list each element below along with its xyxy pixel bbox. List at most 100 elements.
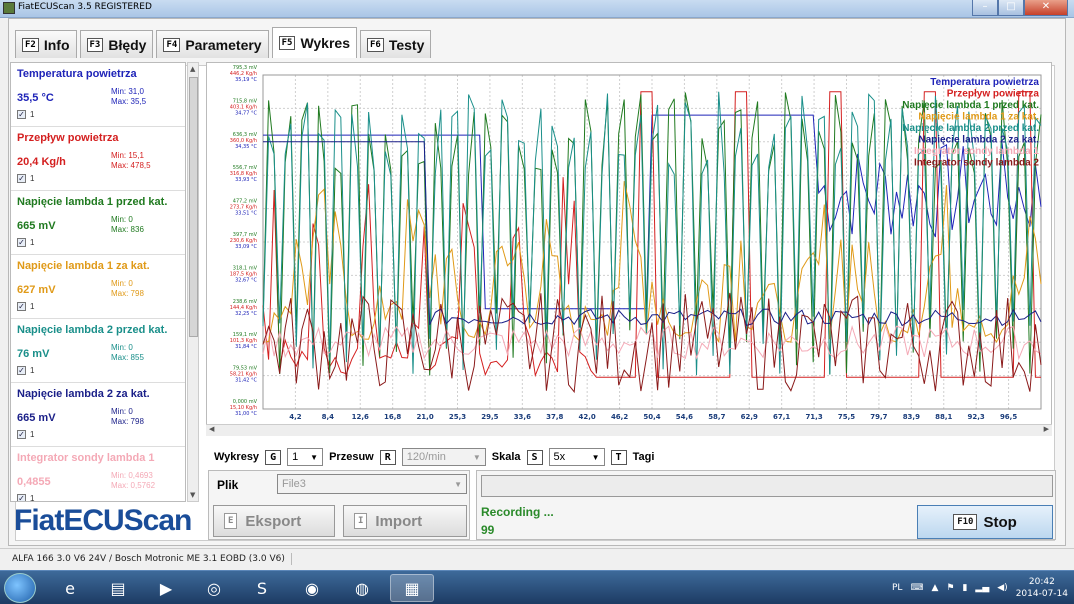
flag-icon[interactable]: ⚑ [946, 583, 954, 593]
tab-parametery[interactable]: F4 Parametery [156, 30, 269, 58]
app-icon [3, 2, 15, 14]
sensor-item[interactable]: Napięcie lambda 1 za kat. 627 mV Min: 0 Max… [11, 255, 185, 319]
x-tick-label: 83,9 [903, 413, 920, 421]
sensor-checkbox[interactable]: ✓ [17, 110, 26, 119]
tab-wykres[interactable]: F5 Wykres [271, 27, 357, 58]
legend-entry: Napięcie lambda 2 przed kat. [902, 123, 1039, 134]
title-bar: FiatECUScan 3.5 REGISTERED – □ ✕ [0, 0, 1074, 18]
wykresy-label: Wykresy [214, 451, 260, 463]
y-tick-label: 31,00 °C [235, 411, 257, 417]
media-player-icon[interactable]: ▶ [144, 574, 188, 602]
import-button[interactable]: I Import [343, 505, 467, 537]
file-select[interactable]: File3 ▼ [277, 474, 467, 494]
file-panel: Plik File3 ▼ E Eksport I Import [208, 470, 470, 540]
legend-entry: Temperatura powietrza [930, 77, 1039, 88]
firefox-icon[interactable]: ◉ [290, 574, 334, 602]
sensor-list-scrollbar[interactable]: ▲ ▼ [187, 62, 199, 502]
skala-key: S [526, 449, 543, 465]
wykresy-select[interactable]: 1 ▼ [287, 448, 324, 466]
y-tick-label: 32,67 °C [235, 277, 257, 283]
legend-entry: Napięcie lambda 1 za kat. [918, 112, 1039, 123]
keyboard-icon[interactable]: ⌨ [910, 583, 923, 593]
sensor-checkbox[interactable]: ✓ [17, 430, 26, 439]
tab-label: Wykres [300, 35, 350, 51]
tab-key: F6 [367, 37, 384, 52]
tab-testy[interactable]: F6 Testy [360, 30, 432, 58]
sensor-item[interactable]: Napięcie lambda 2 za kat. 665 mV Min: 0 Max… [11, 383, 185, 447]
clock[interactable]: 20:42 2014-07-14 [1016, 576, 1068, 600]
sensor-min: Min: 15,1 [111, 151, 144, 160]
sensor-value: 665 mV [17, 412, 56, 424]
sensor-min: Min: 0,4693 [111, 471, 153, 480]
recording-count: 99 [481, 523, 495, 537]
sensor-value: 665 mV [17, 220, 56, 232]
sensor-item[interactable]: Integrator sondy lambda 1 0,4855 Min: 0,46… [11, 447, 185, 501]
scroll-down-icon[interactable]: ▼ [190, 491, 195, 499]
system-tray: PL ⌨ ▲ ⚑ ▮ ▂▄ ◀) 20:42 2014-07-14 [892, 573, 1068, 603]
fiatecuscan-taskbar-icon[interactable]: ▦ [390, 574, 434, 602]
expand-tray-icon[interactable]: ▲ [931, 583, 938, 593]
stop-key: F10 [953, 514, 978, 530]
sensor-checkbox[interactable]: ✓ [17, 494, 26, 501]
minimize-button[interactable]: – [972, 0, 998, 16]
sensor-item[interactable]: Napięcie lambda 2 przed kat. 76 mV Min: 0M… [11, 319, 185, 383]
tab-label: Info [43, 36, 70, 53]
sensor-item[interactable]: Temperatura powietrza 35,5 °C Min: 31,0 Max… [11, 63, 185, 127]
recording-input[interactable] [481, 475, 1053, 497]
signal-icon[interactable]: ▂▄ [975, 583, 989, 593]
skype-icon[interactable]: S [240, 574, 284, 602]
sensor-name: Napięcie lambda 2 za kat. [17, 388, 150, 400]
close-button[interactable]: ✕ [1024, 0, 1068, 16]
x-tick-label: 54,6 [676, 413, 693, 421]
scroll-left-icon[interactable]: ◀ [209, 425, 214, 433]
tab-bledy[interactable]: F3 Błędy [79, 30, 154, 58]
tab-label: Błędy [108, 36, 147, 53]
sensor-checkbox[interactable]: ✓ [17, 302, 26, 311]
chart-scrollbar[interactable]: ◀ ▶ [206, 424, 1052, 436]
tab-info[interactable]: F2 Info [15, 30, 77, 58]
volume-icon[interactable]: ◀) [997, 583, 1007, 593]
sensor-checkbox[interactable]: ✓ [17, 174, 26, 183]
sensor-max: Max: 836 [111, 225, 144, 234]
scroll-right-icon[interactable]: ▶ [1044, 425, 1049, 433]
stop-button[interactable]: F10 Stop [917, 505, 1053, 539]
x-tick-label: 21,0 [416, 413, 433, 421]
tab-key: F2 [22, 37, 39, 52]
x-tick-label: 58,7 [708, 413, 725, 421]
x-tick-label: 42,0 [579, 413, 596, 421]
chart-area: 795,3 mV 446,2 Kg/h 35,19 °C 715,8 mV 403,1 … [206, 62, 1052, 436]
y-tick-label: 33,09 °C [235, 244, 257, 250]
recording-status: Recording ... [481, 505, 554, 519]
wykresy-value: 1 [292, 451, 299, 463]
sensor-item[interactable]: Napięcie lambda 1 przed kat. 665 mV Min: 0… [11, 191, 185, 255]
battery-icon[interactable]: ▮ [962, 583, 967, 593]
sensor-checkbox[interactable]: ✓ [17, 238, 26, 247]
export-key: E [224, 513, 238, 529]
start-button[interactable] [4, 573, 36, 603]
series-line [263, 141, 1042, 327]
sensor-min: Min: 0 [111, 215, 133, 224]
sensor-min: Min: 0 [111, 343, 133, 352]
x-tick-label: 75,5 [838, 413, 855, 421]
ie-icon[interactable]: e [48, 574, 92, 602]
maximize-button[interactable]: □ [998, 0, 1024, 16]
language-indicator[interactable]: PL [892, 583, 902, 593]
sensor-item[interactable]: Przepływ powietrza 20,4 Kg/h Min: 15,1 Max:… [11, 127, 185, 191]
tagi-label: Tagi [632, 451, 655, 463]
remote-icon[interactable]: ◎ [192, 574, 236, 602]
sensor-value: 35,5 °C [17, 92, 54, 104]
scroll-up-icon[interactable]: ▲ [190, 65, 195, 73]
tagi-key[interactable]: T [610, 449, 627, 465]
sensor-chart-index: 1 [30, 110, 35, 119]
scrollbar-thumb[interactable] [189, 77, 198, 337]
skala-select[interactable]: 5x ▼ [548, 448, 605, 466]
chrome-icon[interactable]: ◍ [340, 574, 384, 602]
przesuw-select[interactable]: 120/min ▼ [401, 448, 486, 466]
folder-icon[interactable]: ▤ [96, 574, 140, 602]
sensor-name: Napięcie lambda 1 przed kat. [17, 196, 168, 208]
tab-bar: F2 Info F3 Błędy F4 Parametery F5 Wykres F6 T… [15, 27, 432, 58]
sensor-checkbox[interactable]: ✓ [17, 366, 26, 375]
x-tick-label: 8,4 [322, 413, 335, 421]
przesuw-label: Przesuw [329, 451, 374, 463]
export-button[interactable]: E Eksport [213, 505, 335, 537]
